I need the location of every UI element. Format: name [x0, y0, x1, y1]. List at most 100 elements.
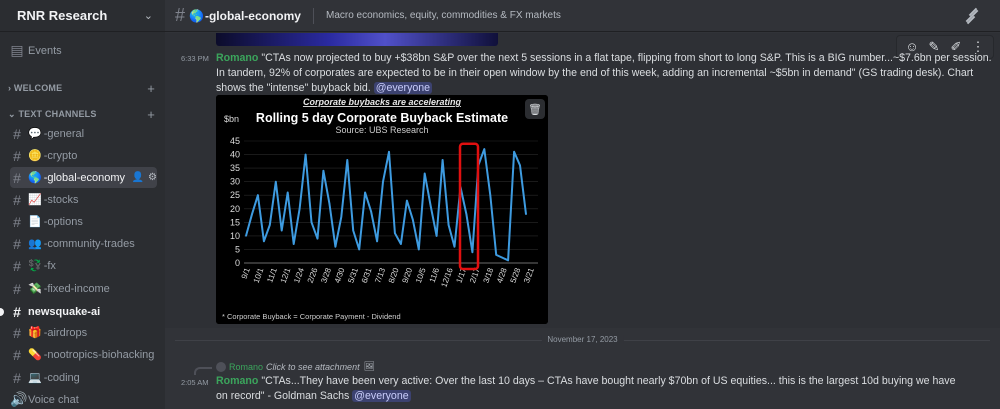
channel-emoji: 💱: [28, 260, 42, 272]
data-point: [435, 235, 438, 237]
data-point: [245, 235, 247, 237]
sidebar-item-options[interactable]: # 📄 -options: [10, 211, 157, 232]
channel-emoji: 🪙: [28, 150, 42, 162]
everyone-mention[interactable]: @everyone: [373, 82, 433, 94]
channel-header: # 🌎 -global-economy Macro economics, equ…: [165, 0, 1000, 32]
channel-emoji: 💸: [28, 283, 42, 295]
channel-emoji: 💻: [28, 372, 42, 384]
sidebar-item-general[interactable]: # 💬 -general: [10, 123, 157, 144]
data-point: [406, 199, 408, 202]
category-text-channels[interactable]: ⌄ TEXT CHANNELS +: [8, 106, 155, 122]
events-item[interactable]: ▤ Events: [10, 40, 157, 61]
channel-label: newsquake-ai: [28, 305, 101, 318]
data-point: [322, 170, 325, 172]
hash-icon: #: [13, 191, 21, 208]
data-point: [292, 243, 295, 245]
sidebar-item-airdrops[interactable]: # 🎁 -airdrops: [10, 322, 157, 343]
channel-label: -global-economy: [43, 171, 126, 184]
author-name[interactable]: Romano: [216, 52, 258, 64]
data-point: [286, 191, 289, 194]
reply-author[interactable]: Romano: [229, 362, 263, 372]
channel-emoji: 📈: [28, 194, 42, 206]
y-tick-label: 30: [230, 177, 240, 187]
data-point: [412, 218, 414, 221]
chart-attachment[interactable]: Corporate buybacks are accelerating Roll…: [216, 95, 548, 324]
data-point: [257, 194, 259, 197]
channel-label: -crypto: [43, 149, 78, 162]
y-tick-label: 0: [235, 258, 240, 268]
data-point: [352, 229, 355, 232]
chart-header: Corporate buybacks are accelerating: [303, 97, 462, 107]
date-divider-label: November 17, 2023: [541, 335, 624, 344]
reply-spine: [194, 367, 212, 375]
y-tick-label: 10: [230, 231, 240, 241]
everyone-mention[interactable]: @everyone: [352, 390, 411, 402]
threads-icon[interactable]: [964, 7, 980, 25]
hash-icon: #: [13, 125, 21, 142]
sidebar-item-fixed-income[interactable]: # 💸 -fixed-income: [10, 278, 157, 299]
voice-label: Voice chat: [28, 393, 79, 406]
channel-label: -options: [43, 215, 83, 228]
category-welcome[interactable]: › WELCOME +: [8, 80, 155, 96]
channel-emoji: 🌎: [28, 172, 42, 184]
channel-emoji: 🎁: [28, 327, 42, 339]
data-point: [280, 229, 283, 232]
message-timestamp: 6:33 PM: [181, 54, 209, 63]
author-name[interactable]: Romano: [216, 375, 258, 387]
channel-emoji: 📄: [28, 216, 42, 228]
sidebar-item-community-trades[interactable]: # 👥 -community-trades: [10, 233, 157, 254]
sidebar-item-crypto[interactable]: # 🪙 -crypto: [10, 145, 157, 166]
data-point: [507, 259, 509, 262]
channel-label: -fixed-income: [43, 282, 110, 295]
hash-icon: #: [13, 147, 21, 164]
data-point: [513, 151, 515, 153]
calendar-icon: ▤: [10, 42, 24, 58]
hash-icon: #: [13, 280, 21, 297]
sidebar-item-coding[interactable]: # 💻 -coding: [10, 367, 157, 388]
trash-icon[interactable]: 🗑: [525, 99, 545, 119]
voice-chat-item[interactable]: 🔊 Voice chat: [10, 389, 157, 409]
reply-avatar: [216, 361, 226, 372]
channel-label: -general: [43, 127, 85, 140]
y-tick-label: 40: [230, 150, 240, 160]
reply-reference[interactable]: Romano Click to see attachment 🖼: [216, 361, 375, 372]
data-point: [328, 202, 331, 205]
speaker-icon: 🔊: [10, 391, 28, 407]
channel-topic[interactable]: Macro economics, equity, commodities & F…: [326, 10, 561, 21]
sidebar-item-stocks[interactable]: # 📈 -stocks: [10, 189, 157, 210]
y-tick-label: 20: [230, 204, 240, 214]
hash-icon: #: [13, 346, 21, 363]
channel-label: -airdrops: [43, 326, 88, 339]
add-channel-icon[interactable]: +: [147, 107, 155, 122]
invite-icon[interactable]: 👤: [132, 172, 144, 183]
channel-label: -community-trades: [43, 237, 135, 250]
data-point: [274, 180, 277, 183]
channel-title: -global-economy: [204, 8, 301, 23]
chevron-down-icon[interactable]: ⌄: [144, 9, 153, 22]
data-point: [471, 251, 474, 253]
gear-icon[interactable]: ⚙: [148, 172, 157, 183]
server-header[interactable]: RNR Research ⌄: [0, 0, 165, 32]
message-timestamp: 2:05 AM: [181, 378, 209, 387]
hash-icon: #: [13, 369, 21, 386]
data-point: [370, 210, 372, 213]
sidebar-item-newsquake-ai[interactable]: # newsquake-ai: [10, 301, 157, 322]
add-channel-icon[interactable]: +: [147, 81, 155, 96]
sidebar-item-fx[interactable]: # 💱 -fx: [10, 255, 157, 276]
sidebar-item-global-economy[interactable]: # 🌎 -global-economy 👤 ⚙: [10, 167, 157, 188]
channel-emoji: 💬: [28, 128, 42, 140]
data-point: [400, 243, 402, 245]
y-tick-label: 15: [230, 217, 240, 227]
y-axis-label: $bn: [224, 114, 239, 124]
data-point: [269, 224, 271, 226]
data-point: [495, 254, 498, 256]
data-point: [376, 240, 378, 243]
data-point: [346, 159, 349, 161]
data-point: [447, 224, 450, 226]
data-point: [334, 245, 337, 248]
message-body: "CTAs now projected to buy +$38bn S&P ov…: [216, 52, 992, 94]
previous-attachment-image[interactable]: [216, 33, 498, 46]
sidebar-item-nootropics-biohacking[interactable]: # 💊 -nootropics-biohacking: [10, 344, 157, 365]
data-point: [298, 207, 301, 210]
message-content: Romano "CTAs...They have been very active…: [216, 374, 956, 404]
